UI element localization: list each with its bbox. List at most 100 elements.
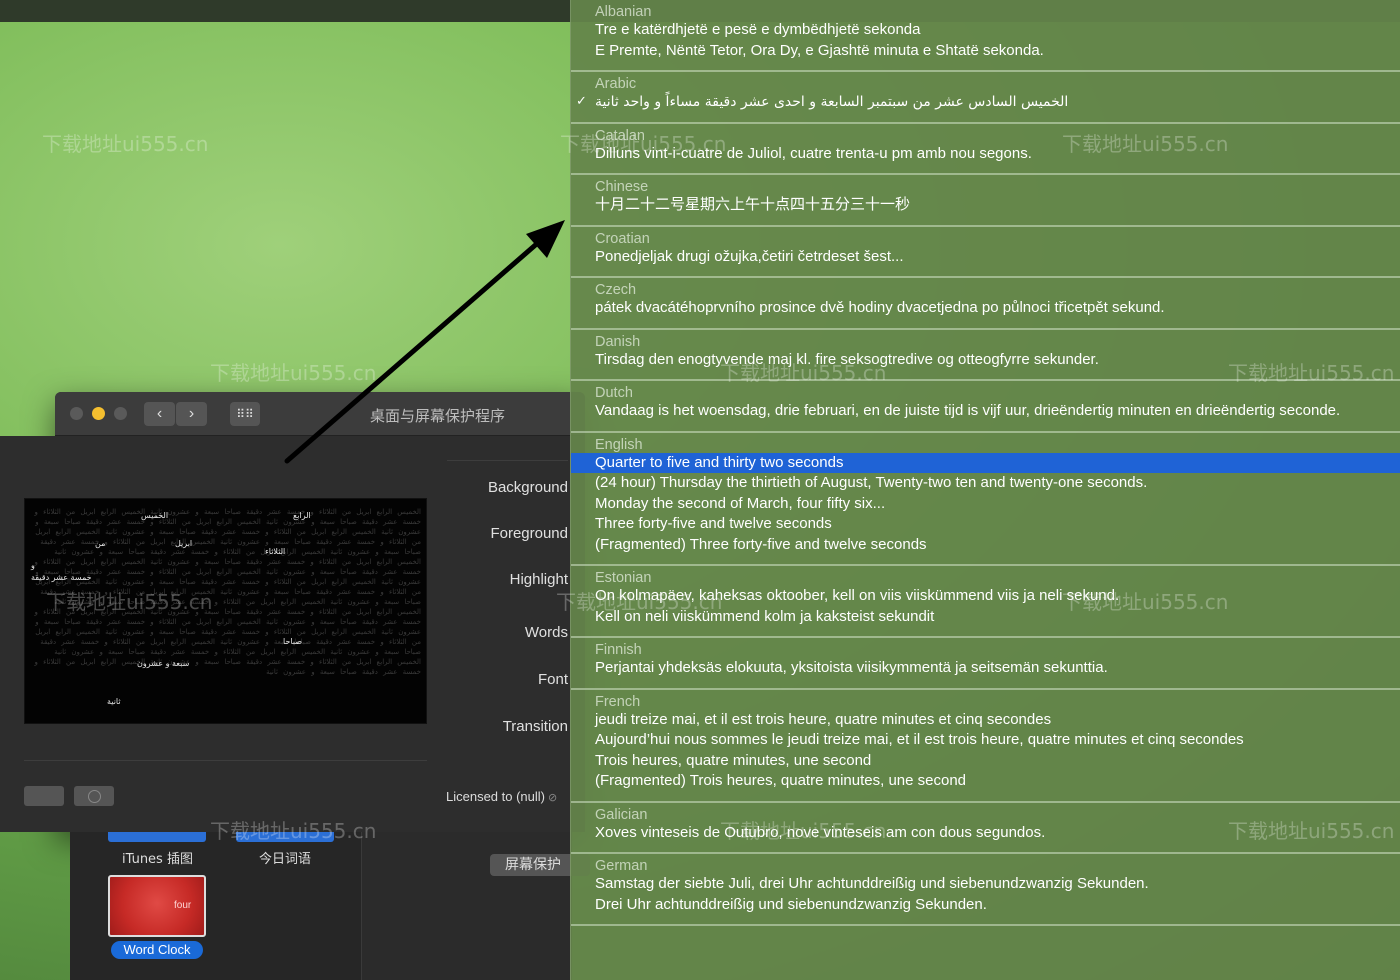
chevron-right-icon: › — [188, 405, 195, 422]
preview-highlight-word: خمسة عشر دقيقة — [31, 573, 92, 582]
language-group: Estonian On kolmapäev, kaheksas oktoober,… — [571, 566, 1400, 638]
language-format-item[interactable]: Vandaag is het woensdag, drie februari, … — [571, 401, 1400, 422]
foreground-option[interactable]: Foreground — [428, 525, 568, 542]
screensaver-list: iTunes 插图 今日词语 four Word Clock — [70, 832, 362, 980]
preview-word-grid: الخميس الرابع ابريل من الثلاثاء و خمسة ع… — [34, 508, 421, 676]
language-format-item[interactable]: Dilluns vint-i-cuatre de Juliol, cuatre … — [571, 144, 1400, 165]
language-format-item[interactable]: Kell on neli viiskümmend kolm ja kakstei… — [571, 607, 1400, 628]
back-button[interactable]: ‹ — [144, 402, 175, 426]
language-format-text: Drei Uhr achtunddreißig und siebenundzwa… — [595, 895, 987, 913]
transition-option[interactable]: Transition — [428, 718, 568, 735]
background-option[interactable]: Background — [428, 479, 568, 496]
sheet-button-info[interactable] — [74, 786, 114, 806]
language-format-text: Vandaag is het woensdag, drie februari, … — [595, 402, 1341, 419]
language-format-item[interactable]: On kolmapäev, kaheksas oktoober, kell on… — [571, 586, 1400, 607]
language-format-text: Tirsdag den enogtyvende maj kl. fire sek… — [595, 350, 1099, 368]
grid-icon: ⠿⠿ — [236, 407, 254, 421]
language-header: Albanian — [595, 4, 652, 20]
language-format-item[interactable]: pátek dvacátéhoprvního prosince dvě hodi… — [571, 298, 1400, 319]
language-format-text: Samstag der siebte Juli, drei Uhr achtun… — [595, 875, 1149, 892]
language-format-menu: Albanian Tre e katërdhjetë e pesë e dymbë… — [570, 0, 1400, 980]
language-format-text: Aujourd’hui nous sommes le jeudi treize … — [595, 731, 1244, 748]
today-thumbnail[interactable] — [236, 832, 334, 842]
language-format-item[interactable]: (Fragmented) Trois heures, quatre minute… — [571, 771, 1400, 792]
checkmark-icon: ✓ — [576, 94, 587, 109]
screensaver-list-area: iTunes 插图 今日词语 four Word Clock 屏幕保护 — [70, 832, 590, 980]
language-header: Chinese — [595, 179, 649, 195]
language-format-text: Trois heures, quatre minutes, une second — [595, 751, 872, 769]
show-all-button[interactable]: ⠿⠿ — [230, 402, 260, 426]
language-header: Dutch — [595, 385, 633, 401]
language-format-item[interactable]: (Fragmented) Three forty-five and twelve… — [571, 535, 1400, 556]
zoom-button[interactable] — [114, 407, 127, 420]
itunes-label: iTunes 插图 — [122, 852, 193, 867]
word-clock-label[interactable]: Word Clock — [111, 941, 203, 959]
language-format-item[interactable]: jeudi treize mai, et il est trois heure,… — [571, 710, 1400, 731]
language-group: Finnish Perjantai yhdeksäs elokuuta, yksi… — [571, 638, 1400, 690]
language-format-item[interactable]: Ponedjeljak drugi ožujka,četiri četrdese… — [571, 247, 1400, 268]
today-label: 今日词语 — [259, 852, 312, 867]
language-format-text: Perjantai yhdeksäs elokuuta, yksitoista … — [595, 659, 1108, 676]
language-format-item[interactable]: Trois heures, quatre minutes, une second — [571, 751, 1400, 772]
language-format-item[interactable]: ✓ الخميس السادس عشر من سبتمبر السابعة و ا… — [571, 92, 1400, 113]
language-header: Croatian — [595, 230, 650, 247]
sheet-divider — [24, 760, 427, 761]
license-text: Licensed to (null) ⊘ — [446, 789, 557, 804]
window-titlebar: ‹ › ⠿⠿ 桌面与屏幕保护程序 — [55, 392, 585, 436]
language-header: Finnish — [595, 642, 642, 658]
options-divider — [447, 460, 568, 461]
language-group: Dutch Vandaag is het woensdag, drie febru… — [571, 381, 1400, 433]
language-format-item[interactable]: Samstag der siebte Juli, drei Uhr achtun… — [571, 874, 1400, 895]
itunes-thumbnail[interactable] — [108, 832, 206, 842]
language-format-item[interactable]: Perjantai yhdeksäs elokuuta, yksitoista … — [571, 658, 1400, 679]
language-group: Albanian Tre e katërdhjetë e pesë e dymbë… — [571, 0, 1400, 72]
language-format-item[interactable]: Tre e katërdhjetë e pesë e dymbëdhjetë s… — [571, 20, 1400, 41]
language-format-item[interactable]: E Premte, Nëntë Tetor, Ora Dy, e Gjashtë… — [571, 41, 1400, 62]
language-header: Catalan — [595, 127, 645, 144]
language-format-text: Dilluns vint-i-cuatre de Juliol, cuatre … — [595, 144, 1032, 162]
window-title: 桌面与屏幕保护程序 — [370, 407, 506, 425]
highlight-option[interactable]: Highlight — [428, 571, 568, 588]
language-format-item[interactable]: Three forty-five and twelve seconds — [571, 514, 1400, 535]
language-format-item[interactable]: Drei Uhr achtunddreißig und siebenundzwa… — [571, 895, 1400, 916]
language-header: Czech — [595, 282, 637, 298]
language-format-text: Monday the second of March, four fifty s… — [595, 494, 886, 512]
language-group: English Quarter to five and thirty two se… — [571, 433, 1400, 566]
language-group: Catalan Dilluns vint-i-cuatre de Juliol, … — [571, 124, 1400, 175]
preview-highlight-word: ابريل — [175, 539, 193, 548]
sheet-button-left[interactable] — [24, 786, 64, 806]
language-format-text: pátek dvacátéhoprvního prosince dvě hodi… — [595, 299, 1165, 316]
words-option[interactable]: Words — [428, 624, 568, 641]
language-format-text: E Premte, Nëntë Tetor, Ora Dy, e Gjashtë… — [595, 41, 1044, 59]
preview-highlight-word: الخميس — [141, 511, 169, 520]
info-icon[interactable]: ⊘ — [548, 792, 557, 804]
language-format-item[interactable]: 十月二十二号星期六上午十点四十五分三十一秒 — [571, 195, 1400, 216]
language-format-item[interactable]: Xoves vinteseis de Outubro, nove vintese… — [571, 823, 1400, 844]
language-format-text: (Fragmented) Trois heures, quatre minute… — [595, 772, 967, 789]
preview-highlight-word: و — [31, 561, 35, 570]
language-format-text: Xoves vinteseis de Outubro, nove vintese… — [595, 823, 1046, 841]
close-button[interactable] — [70, 407, 83, 420]
forward-button[interactable]: › — [176, 402, 207, 426]
language-group: Chinese 十月二十二号星期六上午十点四十五分三十一秒 — [571, 175, 1400, 227]
language-format-item[interactable]: Quarter to five and thirty two seconds — [571, 452, 1400, 473]
language-format-item[interactable]: Aujourd’hui nous sommes le jeudi treize … — [571, 730, 1400, 751]
language-header: Arabic — [595, 76, 637, 92]
language-format-item[interactable]: (24 hour) Thursday the thirtieth of Augu… — [571, 473, 1400, 494]
language-format-item[interactable]: Tirsdag den enogtyvende maj kl. fire sek… — [571, 350, 1400, 371]
language-header: Estonian — [595, 570, 652, 586]
language-format-item[interactable]: Monday the second of March, four fifty s… — [571, 494, 1400, 515]
screensaver-preview: الخميس الرابع ابريل من الثلاثاء و خمسة ع… — [24, 498, 427, 724]
font-option[interactable]: Font — [428, 671, 568, 688]
language-format-text: On kolmapäev, kaheksas oktoober, kell on… — [595, 587, 1120, 604]
minimize-button[interactable] — [92, 407, 105, 420]
word-clock-thumbnail[interactable]: four — [108, 875, 206, 937]
chevron-left-icon: ‹ — [156, 405, 163, 422]
preview-highlight-word: الرابع — [293, 511, 311, 520]
language-format-text: Ponedjeljak drugi ožujka,četiri četrdese… — [595, 247, 904, 265]
language-header: Galician — [595, 806, 648, 823]
preview-highlight-word: الثلاثاء — [265, 547, 286, 556]
language-group: Danish Tirsdag den enogtyvende maj kl. fi… — [571, 330, 1400, 381]
language-header: Danish — [595, 333, 641, 350]
language-format-text: الخميس السادس عشر من سبتمبر السابعة و اح… — [595, 94, 1069, 110]
